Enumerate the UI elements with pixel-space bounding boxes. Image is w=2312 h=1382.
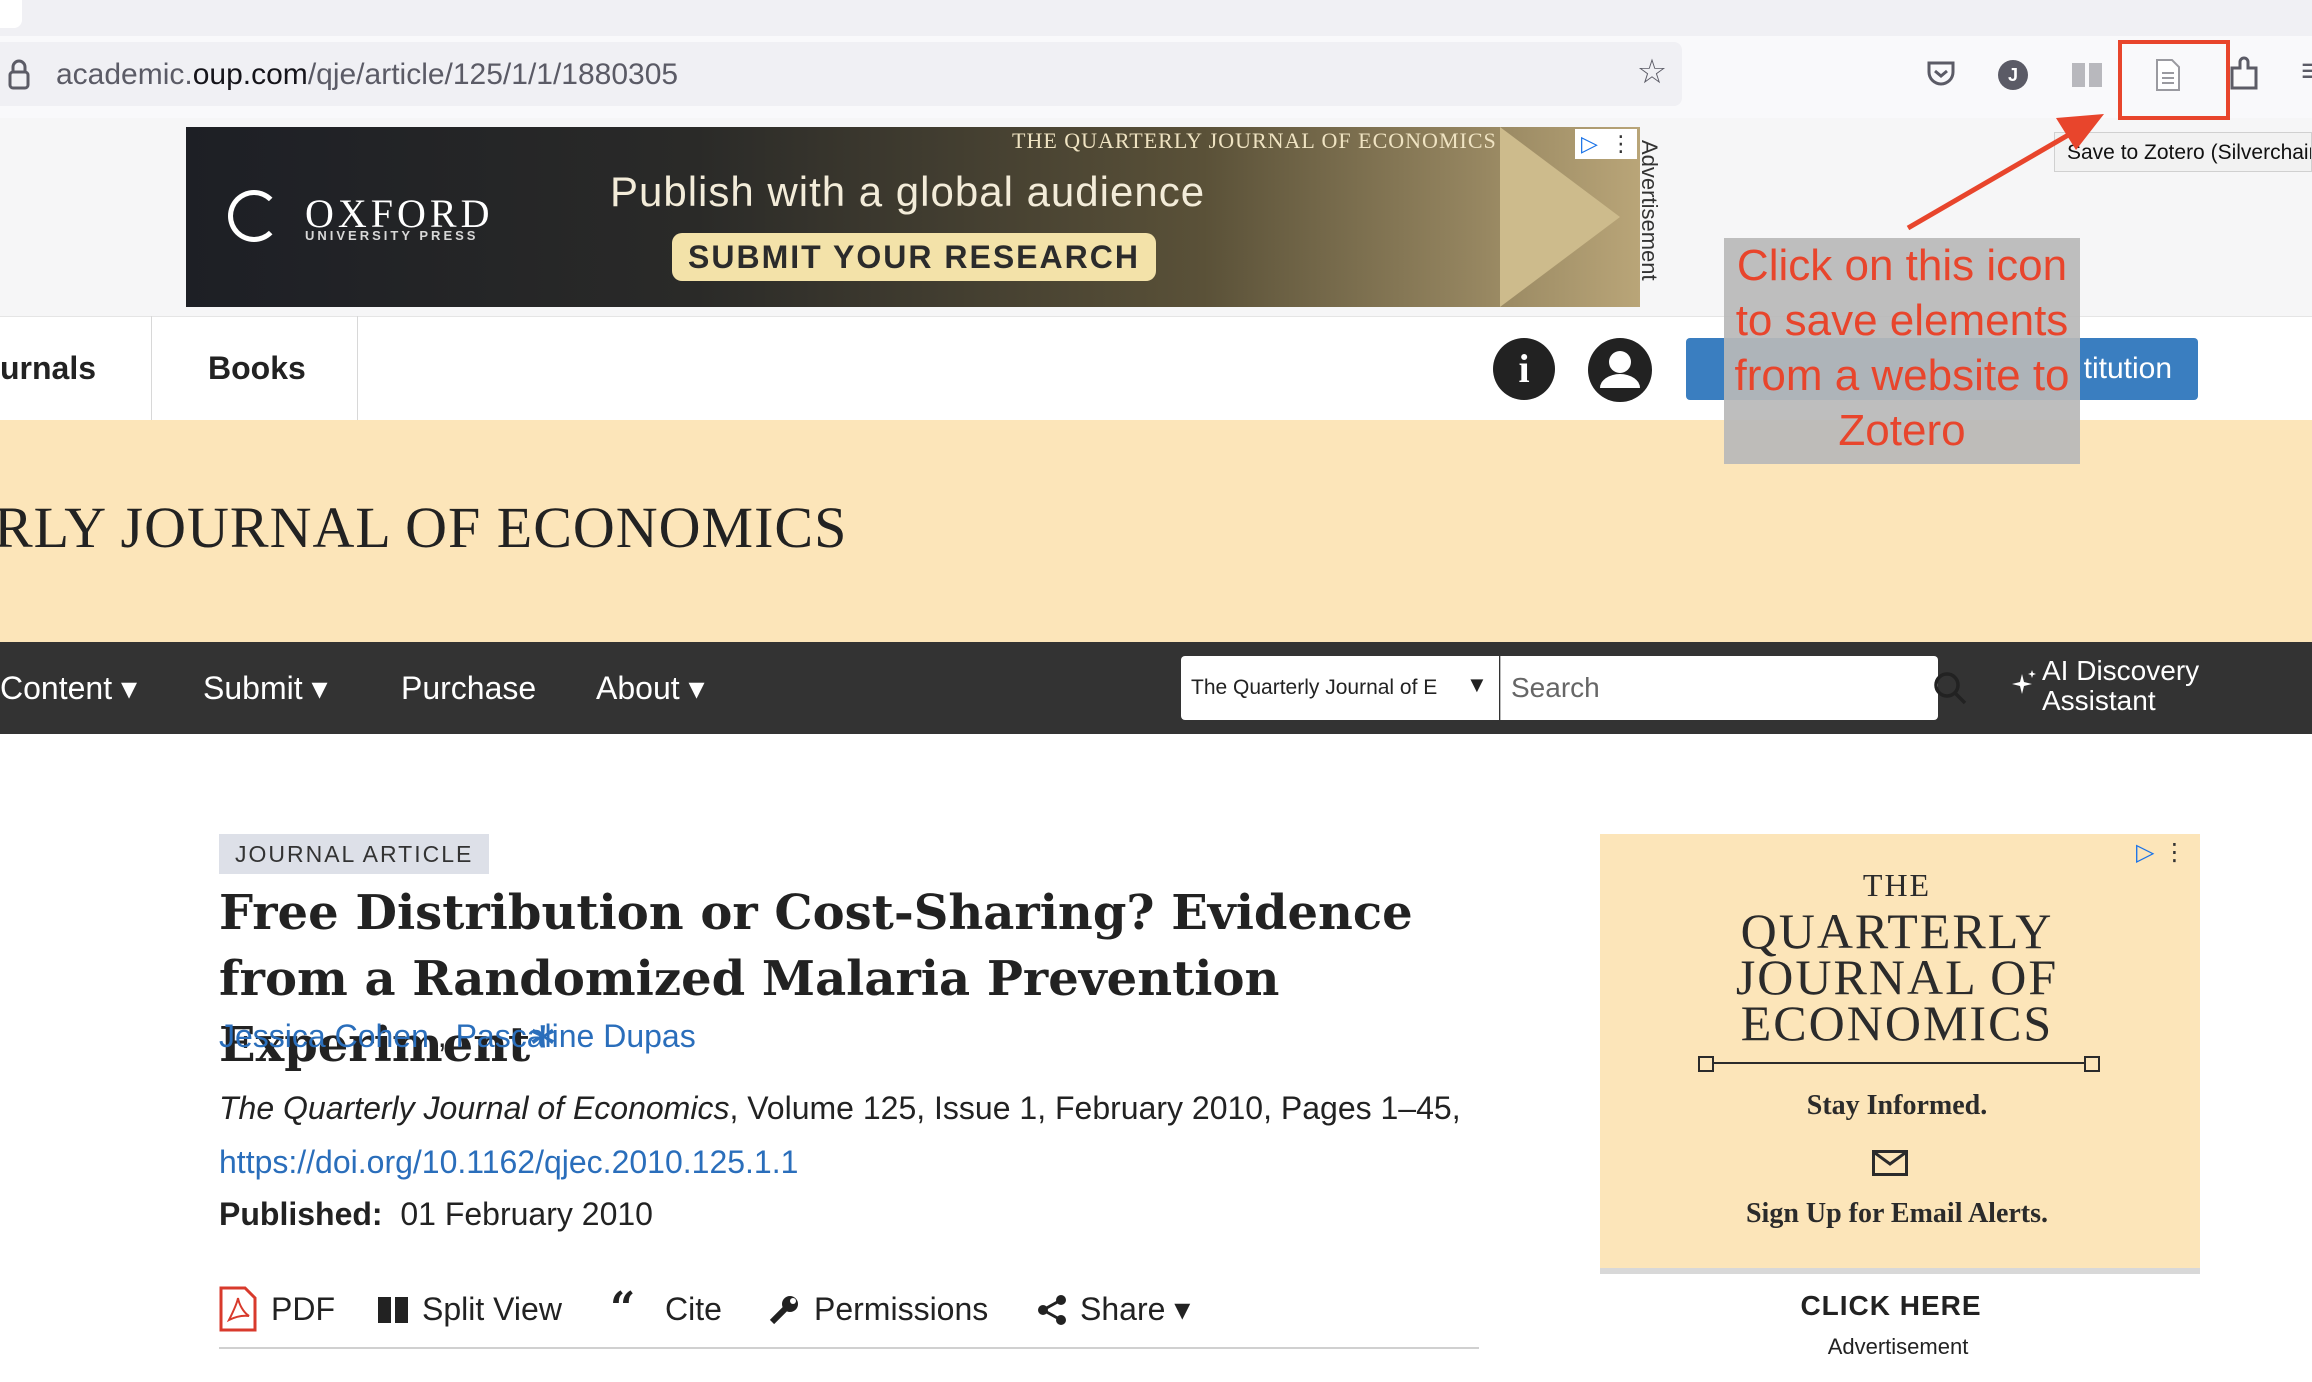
journal-title[interactable]: RLY JOURNAL OF ECONOMICS <box>0 494 847 561</box>
bookmark-star-icon[interactable]: ☆ <box>1632 52 1672 92</box>
share-button[interactable]: Share ▾ <box>1080 1286 1190 1332</box>
split-view-button[interactable]: Split View <box>422 1286 562 1332</box>
oxford-logo-icon <box>228 190 280 242</box>
split-view-icon[interactable] <box>378 1297 408 1328</box>
sidebar-ad-label: Advertisement <box>1827 1334 1969 1359</box>
lock-icon <box>8 58 30 90</box>
author-link[interactable]: Jessica Cohen <box>219 1018 429 1054</box>
account-icon[interactable] <box>1588 338 1652 407</box>
article-type-badge: JOURNAL ARTICLE <box>219 834 490 874</box>
permissions-button[interactable]: Permissions <box>814 1286 988 1332</box>
ad-headline: Publish with a global audience <box>610 168 1206 215</box>
ad-journal-name: THE QUARTERLY JOURNAL OF ECONOMICS <box>1012 128 1497 153</box>
search-icon[interactable] <box>1932 670 1968 711</box>
menu-submit[interactable]: Submit ▾ <box>203 642 328 734</box>
menu-content[interactable]: Content ▾ <box>0 642 137 734</box>
active-tab[interactable] <box>0 0 22 28</box>
sidebar-ad-stay-informed: Stay Informed. <box>1806 1090 1988 1121</box>
sidebar-ad-click-here[interactable]: CLICK HERE <box>1600 1290 2182 1322</box>
url-text[interactable]: academic.oup.com/qje/article/125/1/1/188… <box>56 58 678 92</box>
menu-hamburger-icon[interactable]: ≡ <box>2296 52 2312 91</box>
search-input[interactable] <box>1500 656 1938 720</box>
extensions-puzzle-icon[interactable] <box>2228 56 2260 95</box>
info-icon[interactable]: i <box>1493 338 1555 400</box>
pocket-icon[interactable] <box>1926 60 1956 93</box>
nav-divider <box>357 316 358 420</box>
pdf-button[interactable]: PDF <box>271 1286 335 1332</box>
ad-side-label: Advertisement <box>1637 140 1662 281</box>
author-link[interactable]: Pascaline Dupas <box>456 1018 696 1054</box>
ai-discovery-assistant[interactable]: AI Discovery Assistant <box>2042 656 2199 716</box>
citation-line: The Quarterly Journal of Economics, Volu… <box>219 1090 1461 1126</box>
tools-divider <box>219 1347 1479 1349</box>
sidebar-ad-rule <box>1704 1062 2096 1064</box>
sidebar-ad-rule-end <box>1698 1056 1714 1072</box>
sidebar-ad-journal-title: THE QUARTERLY JOURNAL OF ECONOMICS <box>1735 867 2059 1051</box>
sidebar-ad-signup: Sign Up for Email Alerts. <box>1745 1198 2049 1229</box>
search-scope-select[interactable]: The Quarterly Journal of E <box>1181 656 1499 720</box>
published-date: Published: 01 February 2010 <box>219 1196 653 1232</box>
ad-choices-icon[interactable]: ▷ ⋮ <box>1575 129 1637 159</box>
sparkle-icon <box>2010 668 2038 707</box>
nav-journals[interactable]: urnals <box>0 316 96 420</box>
nav-divider <box>151 316 152 420</box>
menu-about[interactable]: About ▾ <box>596 642 705 734</box>
doi-link[interactable]: https://doi.org/10.1162/qjec.2010.125.1.… <box>219 1144 798 1181</box>
annotation-highlight-box <box>2118 40 2230 120</box>
pdf-icon[interactable] <box>219 1286 257 1337</box>
share-icon[interactable] <box>1036 1294 1068 1331</box>
wrench-icon[interactable] <box>768 1294 800 1331</box>
envelope-icon <box>1872 1150 1908 1176</box>
reader-view-icon[interactable] <box>2070 60 2104 95</box>
quote-icon[interactable]: “ <box>610 1286 635 1332</box>
chevron-down-icon: ▼ <box>1466 672 1488 697</box>
nav-books[interactable]: Books <box>208 316 306 420</box>
menu-purchase[interactable]: Purchase <box>401 642 536 734</box>
cite-button[interactable]: Cite <box>665 1286 722 1332</box>
sidebar-ad-rule-end <box>2084 1056 2100 1072</box>
zotero-tooltip: Save to Zotero (Silverchair) <box>2054 132 2312 172</box>
author-list: Jessica Cohen , Pascaline Dupas <box>219 1018 696 1054</box>
ad-brand-sub: UNIVERSITY PRESS <box>305 228 479 243</box>
tab-strip <box>0 0 2312 36</box>
profile-avatar[interactable]: J <box>1998 60 2028 90</box>
search-scope-label: The Quarterly Journal of E <box>1191 676 1438 699</box>
ad-submit-button[interactable]: SUBMIT YOUR RESEARCH <box>672 233 1156 281</box>
annotation-callout: Click on this icon to save elements from… <box>1724 238 2080 464</box>
